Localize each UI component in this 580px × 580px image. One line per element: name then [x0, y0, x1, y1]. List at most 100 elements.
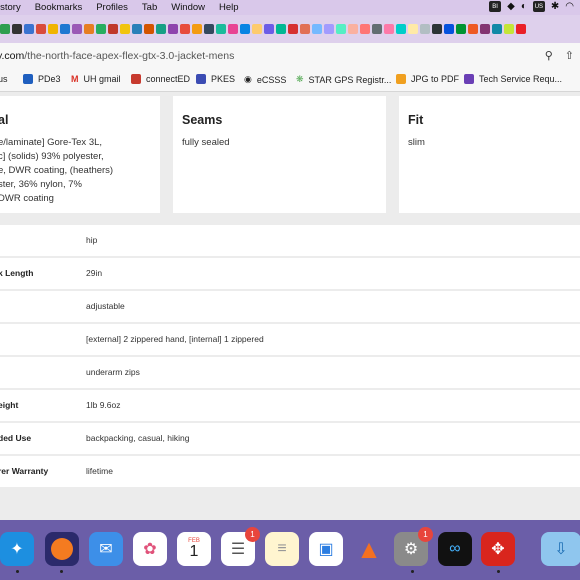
- tab-favicon-icon[interactable]: [240, 24, 250, 34]
- tab-favicon-icon[interactable]: [288, 24, 298, 34]
- menu-help[interactable]: Help: [219, 2, 239, 13]
- tab-favicon-icon[interactable]: [48, 24, 58, 34]
- spec-row: hip: [0, 225, 580, 256]
- tab-favicon-icon[interactable]: [312, 24, 322, 34]
- tab-favicon-icon[interactable]: [516, 24, 526, 34]
- wifi-icon[interactable]: ◠: [565, 1, 574, 12]
- keyboard-input-icon[interactable]: US: [532, 1, 545, 12]
- tab-favicon-icon[interactable]: [72, 24, 82, 34]
- tab-favicon-icon[interactable]: [456, 24, 466, 34]
- spec-card-material: al e/laminate] Gore-Tex 3L, c] (solids) …: [0, 96, 160, 213]
- webex-icon[interactable]: ∞: [438, 532, 472, 566]
- tab-favicon-icon[interactable]: [24, 24, 34, 34]
- calendar-day: 1: [189, 543, 199, 560]
- status-icon-bi[interactable]: BI: [489, 1, 502, 12]
- calendar-icon[interactable]: FEB 1: [177, 532, 211, 566]
- tab-favicon-icon[interactable]: [492, 24, 502, 34]
- firefox-icon[interactable]: [45, 532, 79, 566]
- menu-profiles[interactable]: Profiles: [96, 2, 128, 13]
- card-body: fully sealed: [182, 136, 230, 150]
- tab-favicon-icon[interactable]: [504, 24, 514, 34]
- spec-key: eight: [0, 400, 19, 410]
- tab-favicon-icon[interactable]: [276, 24, 286, 34]
- mail-icon[interactable]: ✉: [89, 532, 123, 566]
- zoom-icon[interactable]: ⚲: [545, 49, 553, 62]
- tab-favicon-icon[interactable]: [432, 24, 442, 34]
- tab-favicon-icon[interactable]: [264, 24, 274, 34]
- tab-favicon-icon[interactable]: [204, 24, 214, 34]
- card-title: Fit: [408, 113, 424, 127]
- reminders-icon[interactable]: ☰ 1: [221, 527, 260, 566]
- spec-key: ded Use: [0, 433, 32, 443]
- downloads-folder-icon[interactable]: ⇩: [541, 532, 580, 566]
- bookmark-pkes[interactable]: PKES: [196, 74, 235, 84]
- tab-favicon-icon[interactable]: [228, 24, 238, 34]
- tab-favicon-icon[interactable]: [348, 24, 358, 34]
- jpg-to-pdf-icon: [396, 74, 406, 84]
- tab-favicon-icon[interactable]: [324, 24, 334, 34]
- tab-favicon-icon[interactable]: [36, 24, 46, 34]
- menu-bookmarks[interactable]: Bookmarks: [35, 2, 83, 13]
- keynote-icon[interactable]: ▣: [309, 532, 343, 566]
- tab-favicon-icon[interactable]: [108, 24, 118, 34]
- tab-favicon-icon[interactable]: [60, 24, 70, 34]
- bookmark-uh-gmail[interactable]: M UH gmail: [71, 74, 121, 84]
- tab-favicon-icon[interactable]: [420, 24, 430, 34]
- status-icon-extension[interactable]: ◆: [507, 1, 515, 12]
- bookmark-star-gps[interactable]: ❋ STAR GPS Registr...: [296, 74, 391, 85]
- menu-tab[interactable]: Tab: [142, 2, 157, 13]
- tab-favicon-icon[interactable]: [468, 24, 478, 34]
- running-indicator: [16, 570, 19, 573]
- menu-history[interactable]: istory: [0, 2, 21, 13]
- bookmark-jpg-to-pdf[interactable]: JPG to PDF: [396, 74, 459, 84]
- tab-strip: [0, 15, 580, 43]
- pde3-icon: [23, 74, 33, 84]
- share-icon[interactable]: ⇧: [565, 49, 574, 62]
- tab-favicon-icon[interactable]: [360, 24, 370, 34]
- bluetooth-icon[interactable]: ✱: [551, 1, 559, 12]
- menu-window[interactable]: Window: [171, 2, 205, 13]
- tab-favicon-icon[interactable]: [84, 24, 94, 34]
- tab-favicon-icon[interactable]: [480, 24, 490, 34]
- bookmark-pde3[interactable]: PDe3: [23, 74, 61, 84]
- system-settings-icon[interactable]: ⚙ 1: [394, 527, 433, 566]
- tab-favicon-icon[interactable]: [132, 24, 142, 34]
- url-field[interactable]: y.com/the-north-face-apex-flex-gtx-3.0-j…: [0, 50, 234, 62]
- tab-favicon-icon[interactable]: [144, 24, 154, 34]
- tab-favicon-icon[interactable]: [156, 24, 166, 34]
- tab-favicon-icon[interactable]: [372, 24, 382, 34]
- tab-favicon-icon[interactable]: [444, 24, 454, 34]
- running-indicator: [411, 570, 414, 573]
- bookmark-tech-service[interactable]: Tech Service Requ...: [464, 74, 562, 84]
- spec-value: adjustable: [86, 301, 125, 311]
- spec-row: adjustable: [0, 291, 580, 322]
- vlc-icon[interactable]: ▲: [352, 532, 386, 566]
- tab-favicon-icon[interactable]: [12, 24, 22, 34]
- pkes-icon: [196, 74, 206, 84]
- bookmark-label: Tech Service Requ...: [479, 74, 563, 84]
- tab-favicon-icon[interactable]: [120, 24, 130, 34]
- bookmark-label: eCSSS: [256, 74, 287, 85]
- tab-favicon-icon[interactable]: [336, 24, 346, 34]
- tab-favicon-icon[interactable]: [96, 24, 106, 34]
- photos-icon[interactable]: ✿: [133, 532, 167, 566]
- tab-favicon-icon[interactable]: [300, 24, 310, 34]
- spec-value: lifetime: [86, 466, 113, 476]
- tab-favicon-icon[interactable]: [408, 24, 418, 34]
- tab-favicon-icon[interactable]: [384, 24, 394, 34]
- tab-favicon-icon[interactable]: [396, 24, 406, 34]
- tab-favicon-icon[interactable]: [252, 24, 262, 34]
- card-line: e/laminate] Gore-Tex 3L,: [0, 137, 103, 148]
- bookmark-1[interactable]: us: [0, 74, 8, 84]
- safari-icon[interactable]: ✦: [0, 532, 34, 566]
- tab-favicon-icon[interactable]: [216, 24, 226, 34]
- tab-favicon-icon[interactable]: [168, 24, 178, 34]
- notes-icon[interactable]: ≡: [265, 532, 299, 566]
- tab-favicon-icon[interactable]: [192, 24, 202, 34]
- status-icon-timer[interactable]: ◐: [521, 1, 527, 12]
- tab-favicon-icon[interactable]: [0, 24, 10, 34]
- tab-favicon-icon[interactable]: [180, 24, 190, 34]
- acrobat-icon[interactable]: ✥: [481, 532, 515, 566]
- bookmark-connected[interactable]: connectED: [131, 74, 190, 84]
- bookmark-ecsss[interactable]: ◉ eCSSS: [244, 74, 286, 85]
